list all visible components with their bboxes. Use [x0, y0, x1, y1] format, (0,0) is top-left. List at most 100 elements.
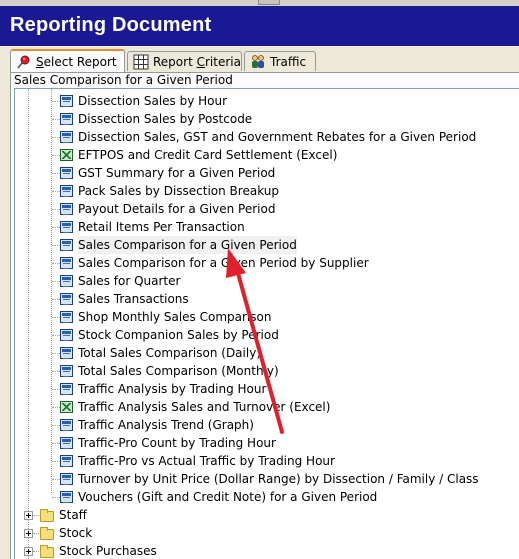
tab-report-criteria-label: riteria — [204, 54, 241, 69]
report-item-label: Shop Monthly Sales Comparison — [78, 310, 272, 324]
report-icon — [60, 383, 73, 395]
report-icon — [60, 95, 73, 107]
report-item-label: Sales Comparison for a Given Period by S… — [78, 256, 369, 270]
report-icon — [60, 365, 73, 377]
report-item[interactable]: Traffic Analysis by Trading Hour — [15, 380, 505, 398]
report-item-label: EFTPOS and Credit Card Settlement (Excel… — [78, 148, 338, 162]
report-item-label: Dissection Sales, GST and Government Reb… — [78, 130, 477, 144]
report-item-label: Total Sales Comparison (Monthly) — [78, 364, 279, 378]
report-item[interactable]: Shop Monthly Sales Comparison — [15, 308, 505, 326]
report-icon — [60, 329, 73, 341]
report-item-label: Vouchers (Gift and Credit Note) for a Gi… — [78, 490, 378, 504]
selected-report-caption: Sales Comparison for a Given Period — [14, 73, 235, 87]
folder-item-label: Stock — [59, 526, 93, 540]
report-item[interactable]: Sales Comparison for a Given Period — [15, 236, 505, 254]
report-icon — [60, 473, 73, 485]
folder-item-label: Staff — [59, 508, 87, 522]
folder-item[interactable]: Staff — [15, 506, 505, 524]
report-item[interactable]: Payout Details for a Given Period — [15, 200, 505, 218]
report-item[interactable]: Stock Companion Sales by Period — [15, 326, 505, 344]
report-item-label: Traffic-Pro Count by Trading Hour — [78, 436, 276, 450]
report-item-label: Traffic Analysis by Trading Hour — [78, 382, 267, 396]
report-item[interactable]: Traffic Analysis Sales and Turnover (Exc… — [15, 398, 505, 416]
tab-report-criteria-prefix: Report — [153, 54, 197, 69]
report-item-label: Traffic Analysis Sales and Turnover (Exc… — [78, 400, 331, 414]
folder-icon — [40, 509, 54, 522]
folder-item[interactable]: Stock — [15, 524, 505, 542]
report-item[interactable]: Pack Sales by Dissection Breakup — [15, 182, 505, 200]
report-icon — [60, 185, 73, 197]
report-item[interactable]: Sales for Quarter — [15, 272, 505, 290]
report-item-label: Traffic Analysis Trend (Graph) — [78, 418, 254, 432]
report-item-label: Turnover by Unit Price (Dollar Range) by… — [78, 472, 479, 486]
report-item[interactable]: Total Sales Comparison (Monthly) — [15, 362, 505, 380]
folder-icon — [40, 545, 54, 558]
report-item-label: Traffic-Pro vs Actual Traffic by Trading… — [78, 454, 335, 468]
report-item-label: Stock Companion Sales by Period — [78, 328, 279, 342]
report-item[interactable]: Dissection Sales, GST and Government Reb… — [15, 128, 505, 146]
tree-connector — [33, 515, 39, 516]
people-icon — [250, 54, 266, 70]
report-icon — [60, 419, 73, 431]
window-tab-nub — [258, 0, 280, 5]
expand-icon[interactable] — [24, 529, 33, 538]
report-icon — [60, 221, 73, 233]
grid-icon — [133, 54, 149, 70]
tab-traffic-label: Traffic — [270, 54, 307, 69]
report-item-label: Payout Details for a Given Period — [78, 202, 276, 216]
report-item[interactable]: Sales Transactions — [15, 290, 505, 308]
report-icon — [60, 491, 73, 503]
report-item[interactable]: Vouchers (Gift and Credit Note) for a Gi… — [15, 488, 505, 506]
report-item[interactable]: Dissection Sales by Hour — [15, 92, 505, 110]
excel-icon — [60, 149, 73, 161]
report-icon — [60, 113, 73, 125]
report-item[interactable]: Sales Comparison for a Given Period by S… — [15, 254, 505, 272]
window-title: Reporting Document — [10, 14, 212, 36]
tab-report-criteria-mnemonic: C — [196, 54, 205, 69]
report-item[interactable]: Dissection Sales by Postcode — [15, 110, 505, 128]
report-icon — [60, 257, 73, 269]
title-bar: Reporting Document — [0, 6, 519, 46]
report-item-label: Retail Items Per Transaction — [78, 220, 245, 234]
folder-item-label: Stock Purchases — [59, 544, 157, 558]
report-item-label: Sales Transactions — [78, 292, 189, 306]
excel-icon — [60, 401, 73, 413]
report-item-label: Sales Comparison for a Given Period — [78, 236, 297, 254]
tree-connector — [33, 533, 39, 534]
report-item[interactable]: GST Summary for a Given Period — [15, 164, 505, 182]
report-item[interactable]: Turnover by Unit Price (Dollar Range) by… — [15, 470, 505, 488]
report-item[interactable]: Traffic Analysis Trend (Graph) — [15, 416, 505, 434]
tab-select-report[interactable]: Select Report — [10, 49, 125, 72]
report-icon — [60, 311, 73, 323]
report-item-label: Pack Sales by Dissection Breakup — [78, 184, 279, 198]
report-icon — [60, 275, 73, 287]
report-icon — [60, 131, 73, 143]
report-item-label: Sales for Quarter — [78, 274, 181, 288]
report-icon — [60, 203, 73, 215]
report-icon — [60, 167, 73, 179]
report-item[interactable]: Retail Items Per Transaction — [15, 218, 505, 236]
report-icon — [60, 239, 73, 251]
report-item[interactable]: Traffic-Pro vs Actual Traffic by Trading… — [15, 452, 505, 470]
report-icon — [60, 437, 73, 449]
tab-report-criteria[interactable]: Report Criteria — [127, 51, 242, 71]
report-icon — [60, 347, 73, 359]
tab-select-report-label: elect Report — [43, 54, 117, 69]
tree-connector — [33, 551, 39, 552]
expand-icon[interactable] — [24, 547, 33, 556]
report-item-label: Dissection Sales by Postcode — [78, 112, 253, 126]
report-icon — [60, 455, 73, 467]
report-item[interactable]: Total Sales Comparison (Daily) — [15, 344, 505, 362]
report-icon — [60, 293, 73, 305]
pin-icon — [16, 54, 32, 70]
report-item-label: Dissection Sales by Hour — [78, 94, 228, 108]
report-tree[interactable]: Dissection Sales by Hour Dissection Sales… — [14, 88, 519, 559]
report-item[interactable]: Traffic-Pro Count by Trading Hour — [15, 434, 505, 452]
folder-icon — [40, 527, 54, 540]
folder-item[interactable]: Stock Purchases — [15, 542, 505, 559]
expand-icon[interactable] — [24, 511, 33, 520]
tab-select-report-mnemonic: S — [36, 54, 44, 69]
tab-traffic[interactable]: Traffic — [244, 51, 316, 71]
report-item-label: GST Summary for a Given Period — [78, 166, 276, 180]
report-item[interactable]: EFTPOS and Credit Card Settlement (Excel… — [15, 146, 505, 164]
